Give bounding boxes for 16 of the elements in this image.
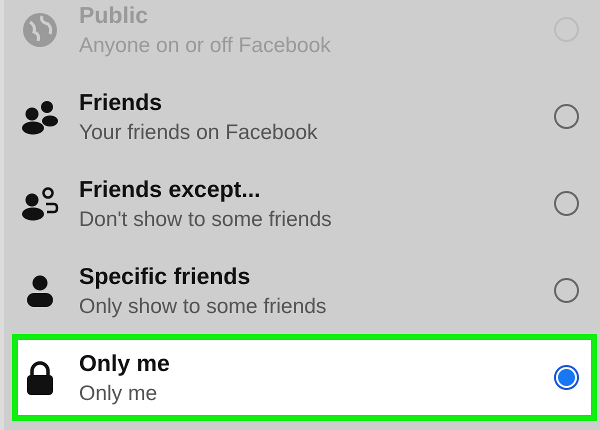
- radio-button[interactable]: [554, 278, 579, 303]
- option-row[interactable]: Friends except... Don't show to some friends: [12, 160, 597, 247]
- radio-button[interactable]: [554, 365, 579, 390]
- radio-button[interactable]: [554, 191, 579, 216]
- option-description: Your friends on Facebook: [79, 120, 319, 144]
- option-row[interactable]: Friends Your friends on Facebook: [12, 73, 597, 160]
- option-title: Only me: [79, 350, 171, 376]
- option-title: Friends: [79, 88, 164, 114]
- radio-button[interactable]: [554, 104, 579, 129]
- option-title: Friends except...: [79, 176, 262, 202]
- option-description: Only show to some friends: [79, 294, 328, 318]
- option-row[interactable]: Specific friends Only show to some friends: [12, 247, 597, 334]
- option-description: Don't show to some friends: [79, 208, 333, 232]
- option-description: Only me: [79, 382, 158, 406]
- option-title: Specific friends: [79, 262, 252, 288]
- highlighted-option[interactable]: Only me Only me: [12, 334, 597, 421]
